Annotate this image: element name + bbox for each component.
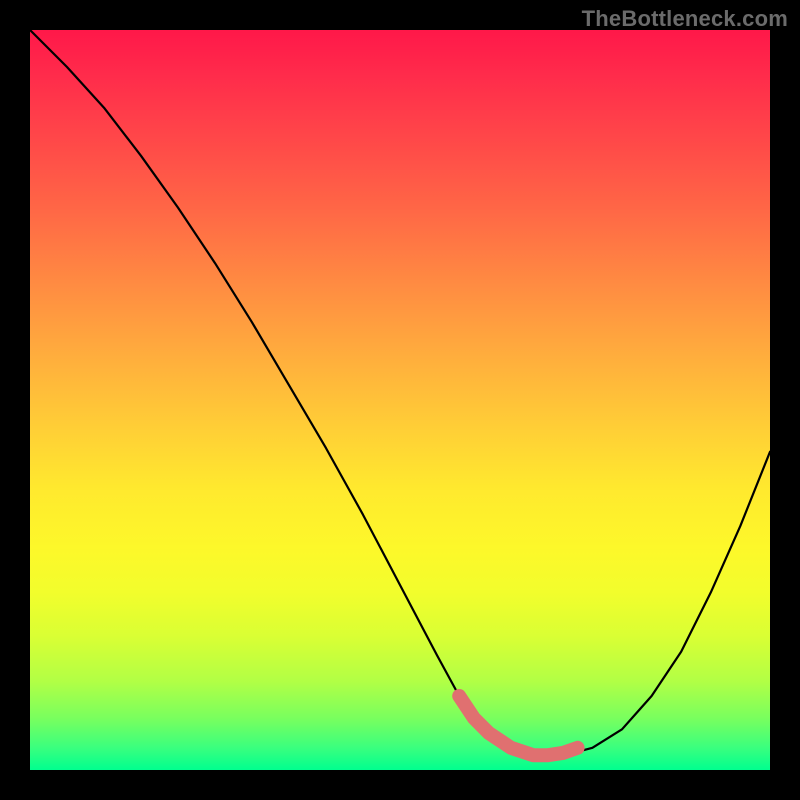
chart-frame: TheBottleneck.com [0,0,800,800]
sweet-spot-highlight [459,696,577,755]
watermark-label: TheBottleneck.com [582,6,788,32]
chart-svg [30,30,770,770]
plot-area [30,30,770,770]
bottleneck-curve [30,30,770,755]
